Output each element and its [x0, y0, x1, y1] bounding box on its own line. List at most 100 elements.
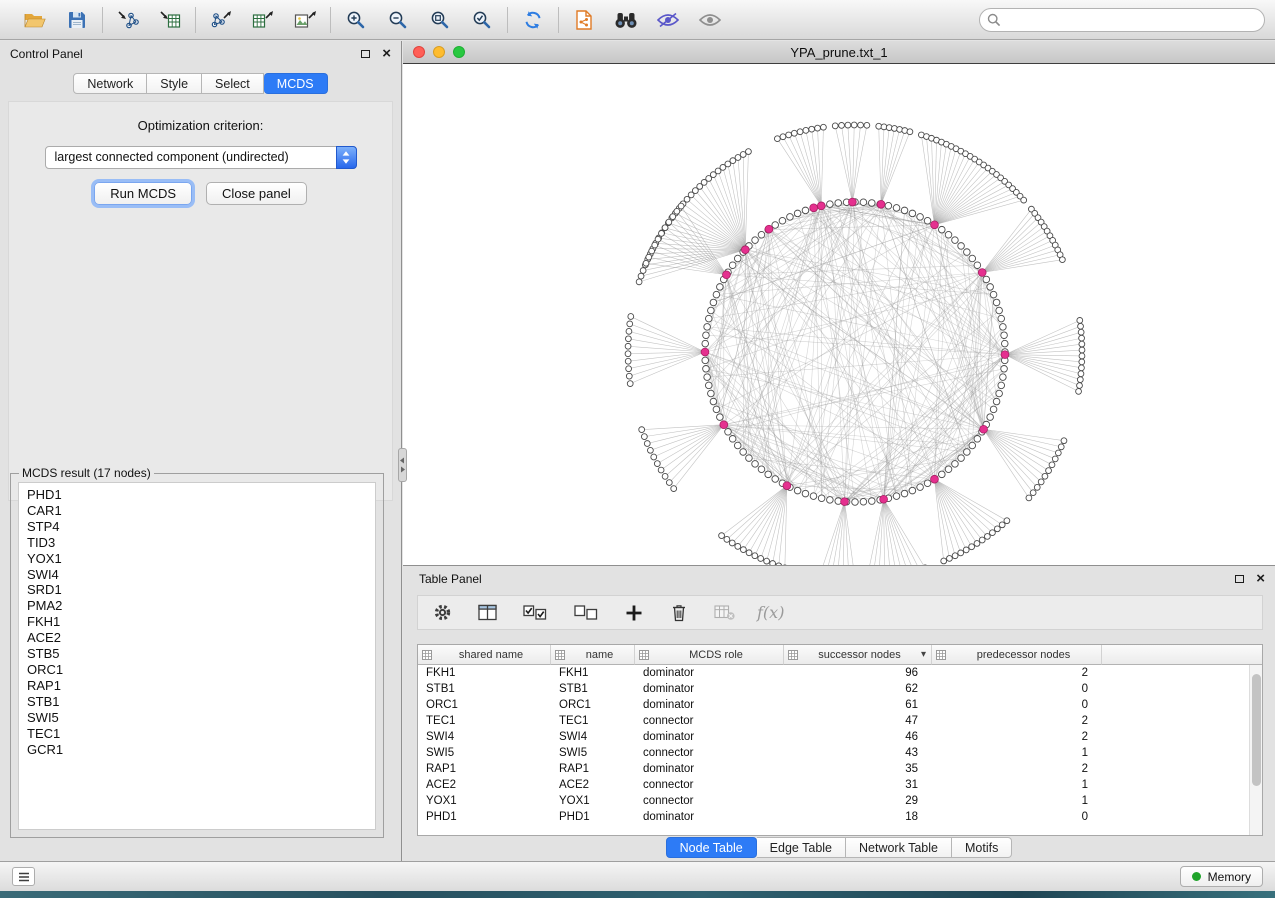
network-canvas[interactable]: [403, 64, 1275, 565]
import-network-icon[interactable]: [115, 7, 141, 33]
panel-splitter-handle[interactable]: [398, 448, 407, 482]
mcds-result-item[interactable]: RAP1: [19, 678, 375, 694]
table-scrollbar-thumb[interactable]: [1252, 674, 1261, 786]
table-cell: 18: [784, 809, 932, 825]
table-cell: 0: [932, 681, 1102, 697]
mcds-result-item[interactable]: STB1: [19, 694, 375, 710]
mcds-result-item[interactable]: STB5: [19, 646, 375, 662]
mcds-result-item[interactable]: ORC1: [19, 662, 375, 678]
mcds-result-item[interactable]: PHD1: [19, 487, 375, 503]
zoom-out-icon[interactable]: [385, 7, 411, 33]
float-table-panel-icon[interactable]: [1235, 575, 1244, 583]
delete-column-icon[interactable]: [667, 601, 691, 625]
table-cell: ORC1: [551, 697, 635, 713]
column-header-shared-name[interactable]: shared name: [418, 645, 551, 665]
table-row[interactable]: FKH1FKH1dominator962: [418, 665, 1249, 681]
maximize-window-icon[interactable]: [453, 46, 465, 58]
column-header-predecessor-nodes[interactable]: predecessor nodes: [932, 645, 1102, 665]
table-cell: ACE2: [551, 777, 635, 793]
select-all-rows-icon[interactable]: [520, 601, 550, 625]
status-bar: Memory: [0, 861, 1275, 891]
table-cell: 2: [932, 713, 1102, 729]
mcds-result-group: MCDS result (17 nodes) PHD1CAR1STP4TID3Y…: [10, 466, 384, 838]
table-cell: 2: [932, 729, 1102, 745]
close-panel-icon[interactable]: ×: [382, 49, 391, 59]
mcds-result-item[interactable]: STP4: [19, 519, 375, 535]
minimize-window-icon[interactable]: [433, 46, 445, 58]
table-row[interactable]: ACE2ACE2connector311: [418, 777, 1249, 793]
column-header-successor-nodes[interactable]: successor nodes▾: [784, 645, 932, 665]
table-cell: dominator: [635, 761, 784, 777]
table-tab-network-table[interactable]: Network Table: [846, 837, 952, 858]
deselect-all-rows-icon[interactable]: [571, 601, 601, 625]
hide-details-icon[interactable]: [655, 7, 681, 33]
criterion-dropdown[interactable]: largest connected component (undirected): [45, 146, 357, 169]
table-scrollbar[interactable]: [1249, 665, 1262, 835]
table-panel: Table Panel × f(x) shared namenameMC: [403, 565, 1275, 862]
table-cell: STB1: [551, 681, 635, 697]
memory-button[interactable]: Memory: [1180, 866, 1263, 887]
table-row[interactable]: ORC1ORC1dominator610: [418, 697, 1249, 713]
table-row[interactable]: STB1STB1dominator620: [418, 681, 1249, 697]
network-graph-svg: [403, 64, 1275, 565]
close-panel-button[interactable]: Close panel: [206, 182, 307, 205]
refresh-icon[interactable]: [520, 7, 546, 33]
column-header-name[interactable]: name: [551, 645, 635, 665]
table-cell: 29: [784, 793, 932, 809]
close-window-icon[interactable]: [413, 46, 425, 58]
main-toolbar: [0, 0, 1275, 40]
add-column-icon[interactable]: [622, 601, 646, 625]
mcds-result-item[interactable]: GCR1: [19, 742, 375, 758]
tab-mcds[interactable]: MCDS: [264, 73, 328, 94]
column-header-MCDS-role[interactable]: MCDS role: [635, 645, 784, 665]
run-mcds-button[interactable]: Run MCDS: [94, 182, 192, 205]
table-cell: 2: [932, 761, 1102, 777]
mcds-result-item[interactable]: YOX1: [19, 551, 375, 567]
table-row[interactable]: RAP1RAP1dominator352: [418, 761, 1249, 777]
tab-select[interactable]: Select: [202, 73, 264, 94]
table-row[interactable]: SWI5SWI5connector431: [418, 745, 1249, 761]
export-network-icon[interactable]: [208, 7, 234, 33]
search-input[interactable]: [979, 8, 1265, 32]
mcds-result-item[interactable]: TEC1: [19, 726, 375, 742]
table-row[interactable]: YOX1YOX1connector291: [418, 793, 1249, 809]
zoom-in-icon[interactable]: [343, 7, 369, 33]
table-row[interactable]: SWI4SWI4dominator462: [418, 729, 1249, 745]
mcds-result-item[interactable]: SWI5: [19, 710, 375, 726]
tab-style[interactable]: Style: [147, 73, 202, 94]
zoom-selected-icon[interactable]: [469, 7, 495, 33]
table-cell: SWI5: [418, 745, 551, 761]
table-row[interactable]: TEC1TEC1connector472: [418, 713, 1249, 729]
table-tab-motifs[interactable]: Motifs: [952, 837, 1012, 858]
table-tab-node-table[interactable]: Node Table: [666, 837, 757, 858]
table-panel-title: Table Panel: [419, 572, 482, 586]
panel-menu-button[interactable]: [12, 867, 35, 886]
export-image-icon[interactable]: [292, 7, 318, 33]
import-table-icon[interactable]: [157, 7, 183, 33]
share-document-icon[interactable]: [571, 7, 597, 33]
choose-columns-icon[interactable]: [475, 601, 499, 625]
network-window-title: YPA_prune.txt_1: [403, 45, 1275, 60]
mcds-result-item[interactable]: ACE2: [19, 630, 375, 646]
table-tab-edge-table[interactable]: Edge Table: [757, 837, 846, 858]
mcds-result-item[interactable]: PMA2: [19, 598, 375, 614]
zoom-fit-icon[interactable]: [427, 7, 453, 33]
table-settings-gear-icon[interactable]: [430, 601, 454, 625]
mcds-result-item[interactable]: SRD1: [19, 582, 375, 598]
mcds-result-item[interactable]: CAR1: [19, 503, 375, 519]
save-icon[interactable]: [64, 7, 90, 33]
open-folder-icon[interactable]: [22, 7, 48, 33]
export-table-icon[interactable]: [250, 7, 276, 33]
column-label: predecessor nodes: [946, 649, 1101, 661]
show-details-icon[interactable]: [697, 7, 723, 33]
float-panel-icon[interactable]: [361, 50, 370, 58]
control-panel-tabs: NetworkStyleSelectMCDS: [0, 73, 401, 94]
table-row[interactable]: PHD1PHD1dominator180: [418, 809, 1249, 825]
close-table-panel-icon[interactable]: ×: [1256, 574, 1265, 584]
tab-network[interactable]: Network: [73, 73, 147, 94]
mcds-result-item[interactable]: FKH1: [19, 614, 375, 630]
binoculars-icon[interactable]: [613, 7, 639, 33]
mcds-result-item[interactable]: SWI4: [19, 567, 375, 583]
mcds-result-item[interactable]: TID3: [19, 535, 375, 551]
control-panel-header: Control Panel ×: [0, 41, 401, 67]
